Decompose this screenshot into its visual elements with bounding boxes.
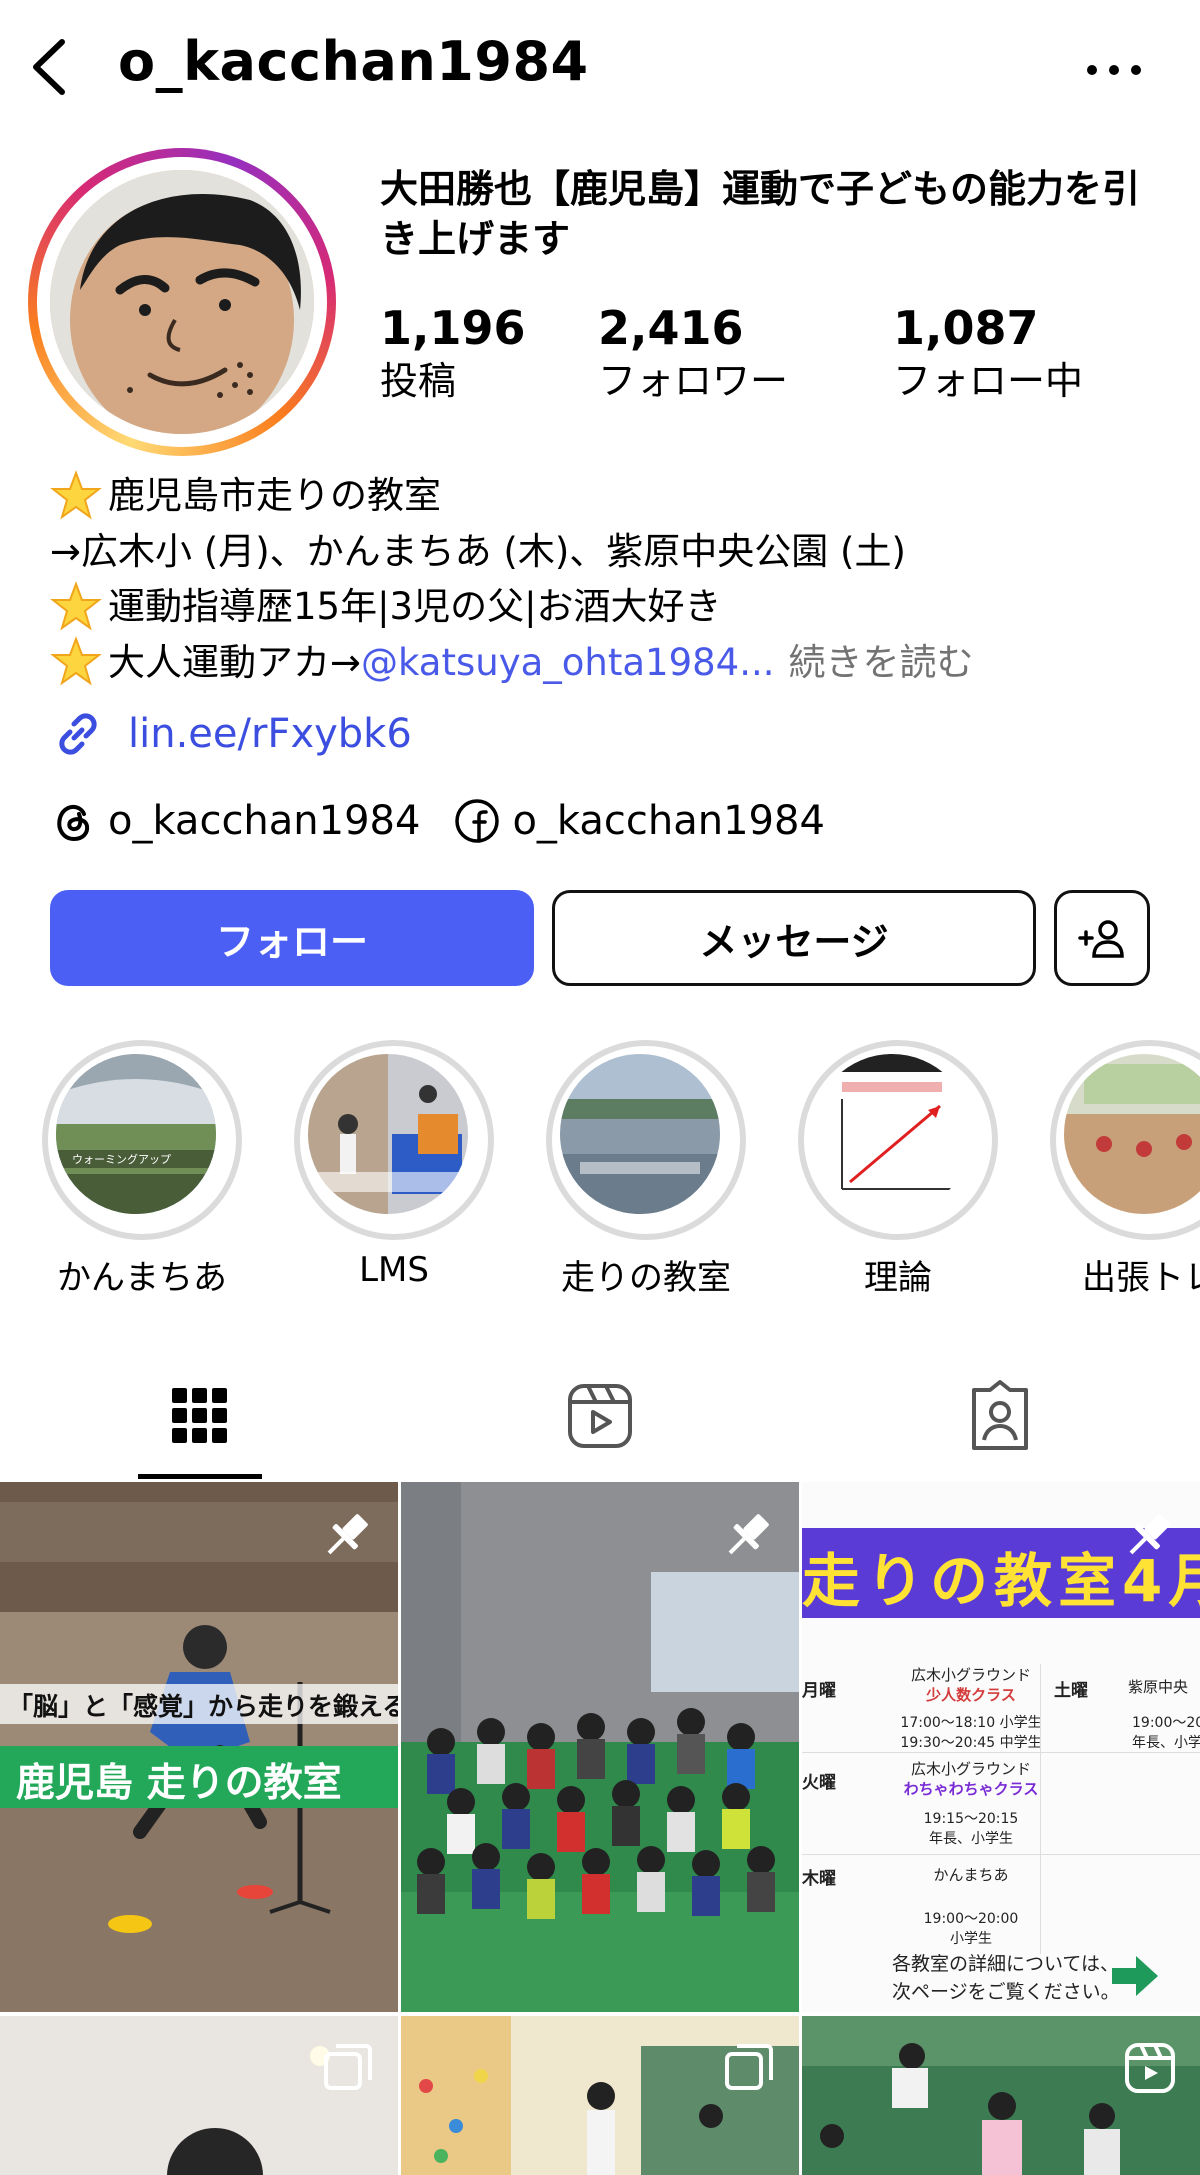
bio-line: 運動指導歴15年|3児の父|お酒大好き: [50, 579, 1170, 635]
stat-following[interactable]: 1,087 フォロー中: [893, 300, 1083, 406]
post-overlay-banner: 鹿児島 走りの教室: [16, 1761, 342, 1806]
bio-text: 鹿児島市走りの教室: [108, 474, 441, 517]
schedule-time: 19:15〜20:15: [923, 1811, 1019, 1827]
post-thumbnail[interactable]: [0, 2016, 398, 2175]
highlight-caption: ウォーミングアップ: [72, 1152, 171, 1166]
post-thumbnail[interactable]: 「脳」と「感覚」から走りを鍛える 鹿児島 走りの教室: [0, 1482, 398, 2012]
bio-text: →広木小 (月)、かんまちあ (木)、紫原中央公園 (土): [50, 529, 906, 573]
star-icon: [50, 636, 102, 686]
schedule-time: 小学生: [950, 1931, 992, 1947]
schedule-day: 土曜: [1054, 1681, 1088, 1701]
schedule-day: 月曜: [802, 1681, 836, 1701]
message-button[interactable]: メッセージ: [552, 890, 1036, 986]
follow-button[interactable]: フォロー: [50, 890, 534, 986]
pin-icon: [1129, 1514, 1170, 1555]
read-more-link[interactable]: 続きを読む: [788, 635, 973, 691]
schedule-time: 19:30〜20:45 中学生: [900, 1735, 1042, 1751]
suggested-users-button[interactable]: [1054, 890, 1150, 986]
bio-mention-link[interactable]: @katsuya_ohta1984...: [361, 635, 774, 691]
story-ring[interactable]: [28, 148, 336, 456]
stat-posts-value: 1,196: [380, 301, 526, 355]
post-thumbnail[interactable]: [802, 2016, 1200, 2175]
highlight-thumbnail: [812, 1054, 972, 1214]
stat-following-value: 1,087: [893, 301, 1039, 355]
avatar: [50, 170, 314, 434]
schedule-class: わちゃわちゃクラス: [903, 1780, 1039, 1798]
schedule-time: 年長、小学生: [929, 1831, 1013, 1847]
stat-followers-label: フォロワー: [598, 359, 789, 403]
highlight-label: かんまちあ: [57, 1258, 227, 1298]
arrow-right-icon: [1112, 1956, 1158, 1996]
schedule-venue: 広木小グラウンド: [910, 1666, 1031, 1684]
carousel-icon: [324, 2044, 372, 2090]
carousel-icon: [725, 2044, 773, 2090]
schedule-venue: 広木小グラウンド: [910, 1760, 1031, 1778]
stat-followers-value: 2,416: [598, 301, 744, 355]
schedule-time: 17:00〜18:10 小学生: [900, 1715, 1042, 1731]
reel-icon: [1125, 2043, 1175, 2093]
facebook-link[interactable]: o_kacchan1984: [454, 798, 825, 844]
profile-tabs: [0, 1360, 1200, 1482]
schedule-time: 19:00〜20:: [1132, 1715, 1200, 1731]
highlight-thumbnail: [560, 1054, 720, 1214]
pin-icon: [327, 1514, 368, 1555]
social-links: o_kacchan1984 o_kacchan1984: [50, 798, 859, 844]
stat-followers[interactable]: 2,416 フォロワー: [598, 300, 788, 406]
tagged-tab-icon[interactable]: [960, 1376, 1040, 1456]
grid-tab-icon[interactable]: [160, 1376, 240, 1456]
reels-tab-icon[interactable]: [560, 1376, 640, 1456]
highlight-label: LMS: [359, 1250, 429, 1290]
highlight-label: 理論: [864, 1258, 932, 1298]
profile-header: o_kacchan1984: [0, 0, 1200, 130]
schedule-venue: かんまちあ: [933, 1866, 1009, 1884]
highlight-label: 出張トレ: [1082, 1258, 1200, 1298]
star-icon: [50, 580, 102, 631]
bio-line: →広木小 (月)、かんまちあ (木)、紫原中央公園 (土): [50, 524, 1170, 580]
bio-text: 大人運動アカ→: [108, 640, 362, 684]
threads-icon: [57, 805, 90, 842]
post-thumbnail[interactable]: [401, 1482, 799, 2012]
star-icon: [50, 469, 102, 520]
stat-posts-label: 投稿: [380, 359, 457, 403]
schedule-day: 木曜: [802, 1869, 836, 1889]
more-options-icon[interactable]: [1084, 50, 1144, 90]
bio-text: 運動指導歴15年|3児の父|お酒大好き: [108, 585, 722, 628]
stat-following-label: フォロー中: [893, 359, 1084, 403]
profile-username: o_kacchan1984: [118, 30, 589, 93]
highlight-thumbnail: [308, 1054, 468, 1214]
facebook-handle: o_kacchan1984: [512, 798, 825, 844]
schedule-class: 少人数クラス: [926, 1686, 1016, 1704]
schedule-time: 19:00〜20:00: [923, 1911, 1019, 1927]
link-icon: [59, 713, 97, 755]
link-text[interactable]: lin.ee/rFxybk6: [128, 711, 412, 757]
back-arrow-icon[interactable]: [22, 34, 82, 100]
schedule-venue: 紫原中央: [1128, 1678, 1189, 1696]
schedule-day: 火曜: [802, 1773, 836, 1793]
bio-line: 鹿児島市走りの教室: [50, 468, 1170, 524]
post-footer-text: 各教室の詳細については、次ページをご覧ください。: [892, 1953, 1120, 2003]
active-tab-indicator: [138, 1474, 262, 1479]
schedule-time: 年長、小学: [1132, 1735, 1200, 1751]
stat-posts[interactable]: 1,196 投稿: [380, 300, 526, 406]
highlight-label: 走りの教室: [561, 1258, 731, 1298]
add-user-icon: [1078, 920, 1124, 958]
facebook-icon: [455, 799, 500, 843]
posts-grid: 「脳」と「感覚」から走りを鍛える 鹿児島 走りの教室 走りの教室4月 月曜 広木…: [0, 1482, 1200, 2175]
threads-handle: o_kacchan1984: [108, 798, 421, 844]
post-thumbnail[interactable]: 走りの教室4月 月曜 広木小グラウンド 少人数クラス 17:00〜18:10 小…: [802, 1482, 1200, 2012]
story-highlights: ウォーミングアップ かんまちあ LMS 走りの教室 理論 出張ト: [0, 1040, 1200, 1310]
post-overlay-text: 「脳」と「感覚」から走りを鍛える: [8, 1692, 398, 1721]
post-thumbnail[interactable]: [401, 2016, 799, 2175]
external-link[interactable]: lin.ee/rFxybk6: [50, 706, 412, 762]
threads-link[interactable]: o_kacchan1984: [50, 798, 420, 844]
highlight-thumbnail: ウォーミングアップ: [56, 1054, 216, 1214]
bio-line: 大人運動アカ→ @katsuya_ohta1984... 続きを読む: [50, 635, 1170, 691]
display-name: 大田勝也【鹿児島】運動で子どもの能力を引き上げます: [380, 167, 1141, 261]
bio: 鹿児島市走りの教室 →広木小 (月)、かんまちあ (木)、紫原中央公園 (土) …: [50, 468, 1170, 690]
pin-icon: [728, 1514, 769, 1555]
